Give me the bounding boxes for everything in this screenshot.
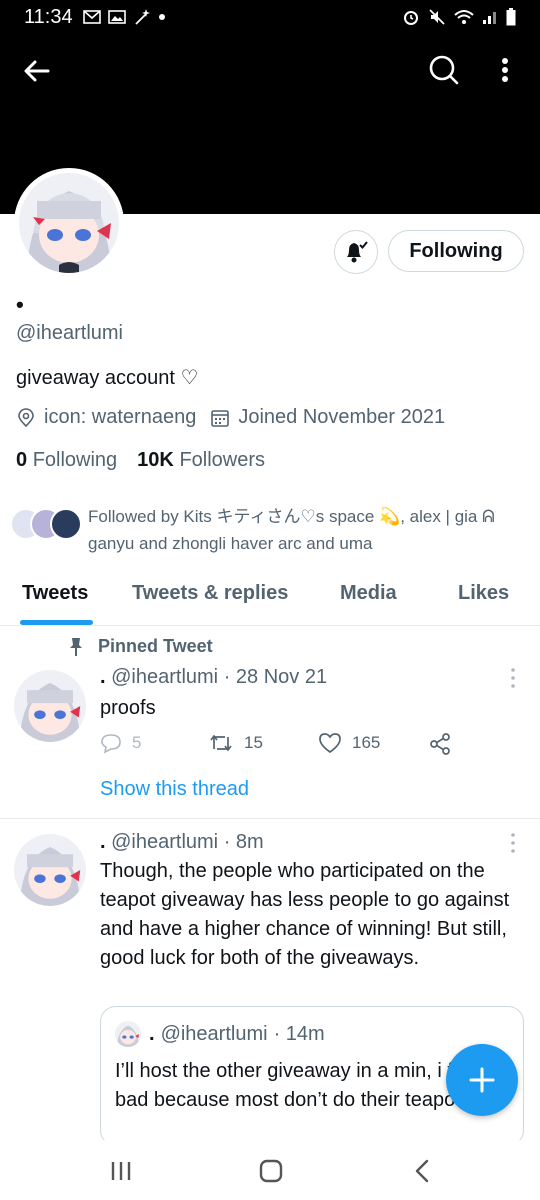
heart-icon (319, 733, 341, 754)
arrow-left-icon (24, 60, 50, 82)
following-count-link[interactable]: 0 Following (16, 449, 117, 472)
profile-bio: giveaway account ♡ (16, 367, 199, 389)
tweet-options-icon[interactable] (509, 667, 517, 689)
share-button[interactable] (428, 732, 452, 756)
bell-check-icon (347, 241, 368, 263)
dot-icon (158, 14, 165, 20)
followed-by-section[interactable]: Followed by Kits キティさん♡s space 💫, alex |… (10, 503, 530, 553)
system-icons (402, 8, 516, 26)
tweet-avatar[interactable] (14, 834, 86, 906)
pin-icon (70, 637, 82, 656)
tweet-author-name[interactable]: . (100, 831, 106, 853)
search-icon (429, 55, 459, 85)
battery-icon (506, 8, 516, 26)
retweet-count: 15 (244, 733, 263, 752)
quoted-tweet-time: · 14m (273, 1022, 325, 1045)
profile-joined: Joined November 2021 (238, 406, 446, 428)
location-icon (18, 407, 34, 427)
reply-icon (101, 734, 121, 754)
tweet-actions: 5 15 165 (100, 732, 460, 760)
recent-apps-icon (111, 1162, 131, 1180)
tweet-author-handle[interactable]: @iheartlumi (111, 666, 218, 688)
kebab-icon (502, 58, 508, 82)
wifi-icon (454, 10, 474, 24)
quoted-tweet-avatar (115, 1021, 141, 1047)
pinned-label: Pinned Tweet (98, 636, 213, 656)
image-icon (107, 10, 126, 24)
following-button[interactable]: Following (388, 230, 524, 272)
share-icon (430, 733, 450, 755)
followers-count: 10K (137, 449, 174, 471)
quoted-author-name: . (149, 1022, 155, 1045)
status-time: 11:34 (24, 5, 73, 28)
followers-count-link[interactable]: 10K Followers (137, 449, 265, 472)
profile-tabs: Tweets Tweets & replies Media Likes (0, 572, 540, 626)
following-count: 0 (16, 449, 28, 471)
magic-wand-icon (134, 9, 150, 25)
profile-handle: @iheartlumi (16, 322, 124, 344)
mini-avatar (50, 508, 82, 540)
tweet-header: . @iheartlumi · 8m (100, 831, 264, 854)
reply-button[interactable]: 5 (100, 732, 141, 754)
pinned-label-row: Pinned Tweet (68, 636, 213, 657)
followed-by-text: Followed by Kits キティさん♡s space 💫, alex |… (88, 507, 495, 553)
more-options-button[interactable] (496, 55, 514, 87)
tweet-author-handle[interactable]: @iheartlumi (111, 831, 218, 853)
status-bar: 11:34 (0, 0, 540, 34)
calendar-icon (211, 409, 230, 427)
recent-apps-button[interactable] (106, 1156, 136, 1186)
tab-likes[interactable]: Likes (458, 582, 509, 605)
tweet-author-name[interactable]: . (100, 666, 106, 688)
like-button[interactable]: 165 (318, 732, 380, 754)
tweet-divider (0, 818, 540, 819)
search-button[interactable] (428, 54, 460, 86)
quoted-author-handle: @iheartlumi (160, 1022, 268, 1045)
tab-tweets[interactable]: Tweets (22, 582, 88, 605)
tweet-header: . @iheartlumi · 28 Nov 21 (100, 666, 327, 689)
tab-tweets-replies[interactable]: Tweets & replies (132, 582, 288, 605)
active-tab-indicator (20, 620, 93, 625)
follow-counts: 0 Following 10K Followers (16, 449, 265, 472)
tab-media[interactable]: Media (340, 582, 397, 605)
tweet-time: · 8m (223, 831, 264, 853)
tweet-avatar[interactable] (14, 670, 86, 742)
profile-meta: icon: waternaeng Joined November 2021 (16, 406, 445, 429)
home-icon (259, 1159, 283, 1183)
gmail-icon (82, 10, 101, 24)
back-chevron-icon (415, 1159, 429, 1183)
like-count: 165 (352, 733, 381, 752)
avatar-image (19, 173, 119, 273)
reply-count: 5 (132, 733, 142, 752)
plus-icon (469, 1067, 495, 1093)
home-button[interactable] (256, 1156, 286, 1186)
tweet-text: Though, the people who participated on t… (100, 860, 510, 969)
profile-location: icon: waternaeng (44, 406, 197, 428)
compose-tweet-button[interactable] (446, 1044, 518, 1116)
following-label: Following (32, 449, 118, 471)
retweet-icon (210, 734, 232, 752)
show-thread-link[interactable]: Show this thread (100, 778, 249, 801)
notification-icons (82, 8, 166, 26)
back-nav-button[interactable] (408, 1156, 438, 1186)
signal-icon (483, 12, 496, 24)
profile-avatar[interactable] (14, 168, 124, 278)
mute-icon (429, 9, 445, 25)
retweet-button[interactable]: 15 (208, 732, 263, 754)
tweet-options-icon[interactable] (509, 832, 517, 854)
display-name: • (16, 292, 24, 317)
notifications-bell-button[interactable] (334, 230, 378, 274)
followed-by-avatars (10, 508, 86, 542)
back-button[interactable] (22, 56, 52, 86)
followers-label: Followers (179, 449, 266, 471)
quoted-tweet-header: . @iheartlumi · 14m (115, 1021, 325, 1047)
tweet-text: proofs (100, 697, 156, 719)
alarm-icon (404, 11, 418, 25)
system-navigation-bar (0, 1140, 540, 1200)
tweet-time: · 28 Nov 21 (223, 666, 328, 688)
